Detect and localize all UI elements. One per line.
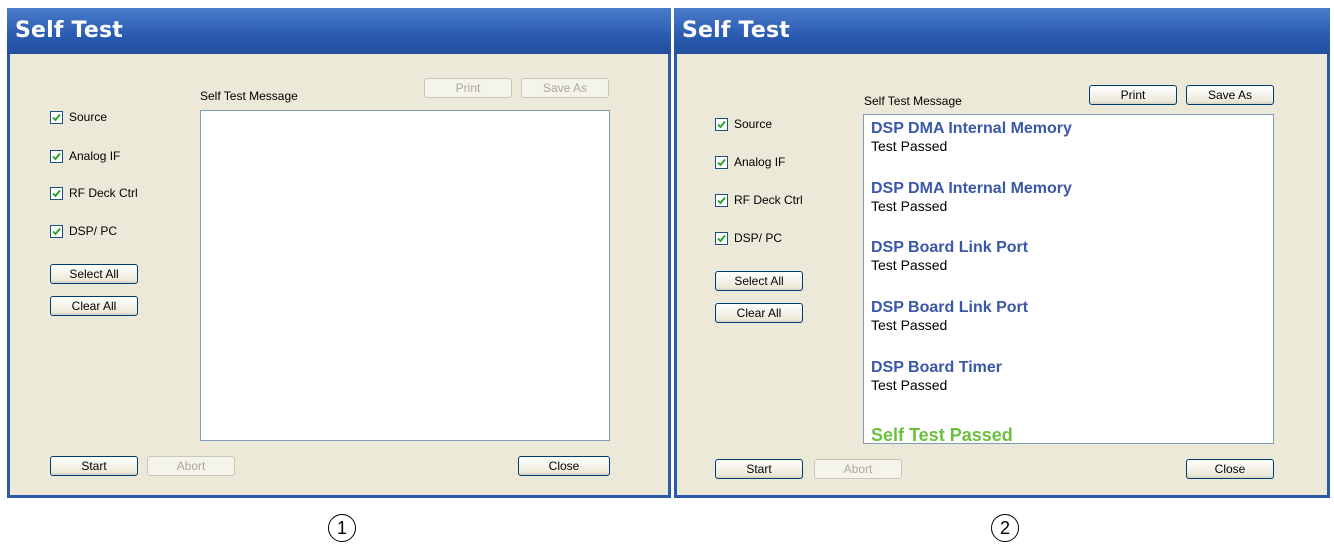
self-test-message-label: Self Test Message [200, 89, 298, 103]
checkbox-rf-deck-ctrl[interactable]: RF Deck Ctrl [50, 186, 138, 200]
checkbox-rf-deck-ctrl[interactable]: RF Deck Ctrl [715, 193, 803, 207]
message-entry: DSP Board Link Port Test Passed [871, 299, 1028, 333]
message-test-status: Test Passed [871, 138, 948, 154]
checkbox-icon [50, 186, 63, 200]
self-test-window-2: Self Test Source Analog IF RF Deck Ctrl … [674, 8, 1330, 498]
checkbox-analog-if[interactable]: Analog IF [715, 155, 785, 169]
self-test-message-box[interactable]: DSP DMA Internal Memory Test Passed DSP … [863, 114, 1274, 444]
window-client-area: Source Analog IF RF Deck Ctrl DSP/ PC Se… [10, 54, 668, 495]
checkbox-icon [715, 117, 728, 131]
checkbox-label: DSP/ PC [734, 231, 783, 245]
checkbox-icon [715, 231, 728, 245]
checkbox-label: Analog IF [734, 155, 786, 169]
checkbox-label: RF Deck Ctrl [734, 193, 803, 207]
self-test-message-box[interactable] [200, 110, 610, 441]
checkbox-label: Source [69, 110, 108, 124]
checkbox-source[interactable]: Source [50, 110, 107, 124]
message-entry: DSP Board Link Port Test Passed [871, 239, 1028, 273]
title-bar: Self Test [7, 8, 671, 54]
window-title: Self Test [682, 18, 790, 43]
checkbox-label: Source [734, 117, 773, 131]
checkbox-label: DSP/ PC [69, 224, 118, 238]
checkbox-dsp-pc[interactable]: DSP/ PC [50, 224, 117, 238]
print-button[interactable]: Print [1089, 85, 1177, 105]
checkbox-dsp-pc[interactable]: DSP/ PC [715, 231, 782, 245]
message-test-name: DSP Board Link Port [871, 299, 1029, 316]
save-as-button[interactable]: Save As [521, 78, 609, 98]
message-test-status: Test Passed [871, 377, 948, 393]
message-test-name: DSP Board Link Port [871, 239, 1029, 256]
title-bar: Self Test [674, 8, 1330, 54]
print-button[interactable]: Print [424, 78, 512, 98]
self-test-message-label: Self Test Message [864, 94, 962, 108]
message-test-status: Test Passed [871, 257, 948, 273]
window-title: Self Test [15, 18, 123, 43]
figure-caption-2: 2 [991, 514, 1019, 542]
select-all-button[interactable]: Select All [715, 271, 803, 291]
figure-caption-1: 1 [328, 514, 356, 542]
message-test-status: Test Passed [871, 317, 948, 333]
checkbox-label: Analog IF [69, 149, 121, 163]
message-test-name: DSP DMA Internal Memory [871, 180, 1072, 197]
message-entry: DSP DMA Internal Memory Test Passed [871, 120, 1072, 154]
message-entry: DSP DMA Internal Memory Test Passed [871, 180, 1072, 214]
checkbox-icon [715, 193, 728, 207]
message-test-status: Test Passed [871, 198, 948, 214]
checkbox-icon [715, 155, 728, 169]
message-test-name: DSP Board Timer [871, 359, 1003, 376]
start-button[interactable]: Start [715, 459, 803, 479]
message-entry: DSP Board Timer Test Passed [871, 359, 1002, 393]
checkbox-label: RF Deck Ctrl [69, 186, 138, 200]
checkbox-icon [50, 110, 63, 124]
select-all-button[interactable]: Select All [50, 264, 138, 284]
message-test-name: DSP DMA Internal Memory [871, 120, 1072, 137]
abort-button[interactable]: Abort [147, 456, 235, 476]
self-test-window-1: Self Test Source Analog IF RF Deck Ctrl … [7, 8, 671, 498]
close-button[interactable]: Close [1186, 459, 1274, 479]
checkbox-source[interactable]: Source [715, 117, 772, 131]
checkbox-icon [50, 224, 63, 238]
checkbox-analog-if[interactable]: Analog IF [50, 149, 120, 163]
checkbox-icon [50, 149, 63, 163]
window-client-area: Source Analog IF RF Deck Ctrl DSP/ PC Se… [677, 54, 1327, 495]
start-button[interactable]: Start [50, 456, 138, 476]
abort-button[interactable]: Abort [814, 459, 902, 479]
self-test-result: Self Test Passed [871, 425, 1013, 444]
clear-all-button[interactable]: Clear All [50, 296, 138, 316]
save-as-button[interactable]: Save As [1186, 85, 1274, 105]
clear-all-button[interactable]: Clear All [715, 303, 803, 323]
close-button[interactable]: Close [518, 456, 610, 476]
